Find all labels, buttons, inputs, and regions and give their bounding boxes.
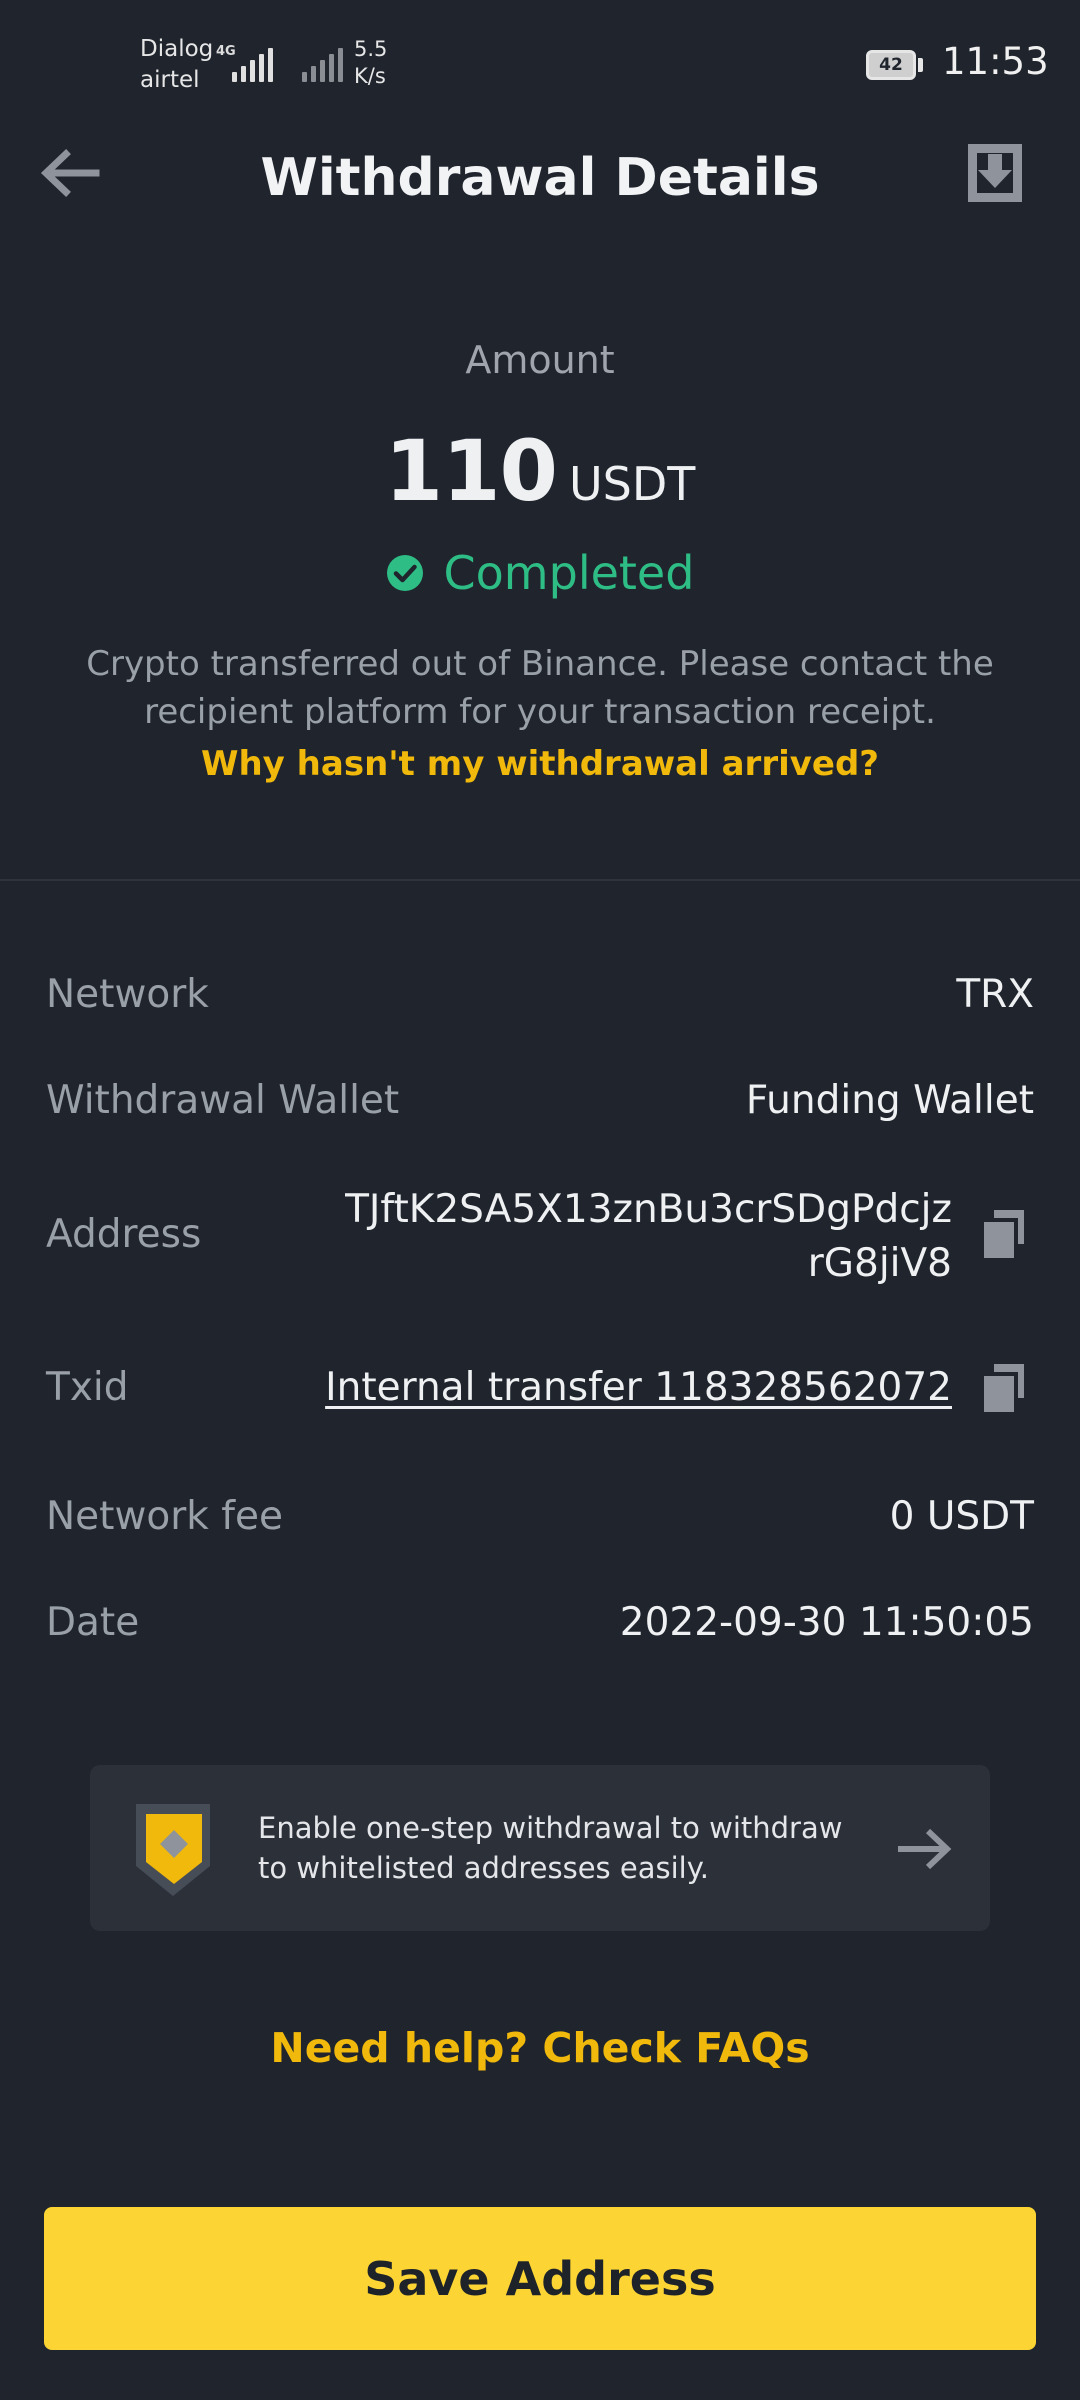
address-label: Address <box>46 1212 202 1257</box>
carrier-info: Dialog airtel <box>140 34 213 96</box>
txid-label: Txid <box>46 1365 129 1410</box>
signal-icon-2 <box>302 46 343 82</box>
fee-value: 0 USDT <box>889 1494 1034 1539</box>
status-text: Completed <box>443 546 695 600</box>
wallet-value: Funding Wallet <box>745 1078 1034 1123</box>
faq-link[interactable]: Need help? Check FAQs <box>0 2024 1080 2072</box>
copy-txid-button[interactable] <box>980 1362 1028 1414</box>
copy-icon <box>984 1364 1024 1412</box>
battery-icon: 42 <box>866 50 916 80</box>
download-button[interactable] <box>964 140 1026 206</box>
status-badge: Completed <box>0 546 1080 600</box>
arrow-right-icon <box>894 1826 954 1872</box>
address-value: TJftK2SA5X13znBu3crSDgPdcjzrG8jiV8 <box>345 1187 952 1286</box>
info-text: Crypto transferred out of Binance. Pleas… <box>86 644 994 732</box>
copy-icon <box>984 1210 1024 1258</box>
carrier-2: airtel <box>140 67 200 93</box>
amount-unit: USDT <box>568 457 696 511</box>
save-address-button[interactable]: Save Address <box>44 2207 1036 2350</box>
fee-label: Network fee <box>46 1494 283 1539</box>
copy-address-button[interactable] <box>980 1208 1028 1260</box>
withdrawal-help-link[interactable]: Why hasn't my withdrawal arrived? <box>0 744 1080 784</box>
shield-icon <box>130 1800 216 1900</box>
clock: 11:53 <box>942 40 1049 83</box>
network-speed: 5.5 K/s <box>354 36 387 90</box>
check-circle-icon <box>386 555 423 591</box>
network-label: Network <box>46 972 209 1017</box>
page-title: Withdrawal Details <box>260 148 820 208</box>
amount-value: 110 <box>384 422 558 520</box>
speed-unit: K/s <box>354 64 386 88</box>
download-icon <box>968 144 1022 202</box>
battery-tip <box>918 58 923 72</box>
speed-value: 5.5 <box>354 37 388 61</box>
divider <box>0 879 1080 881</box>
carrier-1: Dialog <box>140 36 214 62</box>
date-label: Date <box>46 1600 140 1645</box>
battery-level: 42 <box>879 55 903 75</box>
banner-text: Enable one-step withdrawal to withdraw t… <box>258 1811 843 1885</box>
network-value: TRX <box>956 972 1034 1017</box>
amount: 110 USDT <box>0 422 1080 520</box>
amount-label: Amount <box>465 338 615 382</box>
txid-value[interactable]: Internal transfer 118328562072 <box>325 1365 952 1410</box>
date-value: 2022-09-30 11:50:05 <box>619 1600 1034 1645</box>
wallet-label: Withdrawal Wallet <box>46 1078 400 1123</box>
signal-icon <box>232 46 273 82</box>
